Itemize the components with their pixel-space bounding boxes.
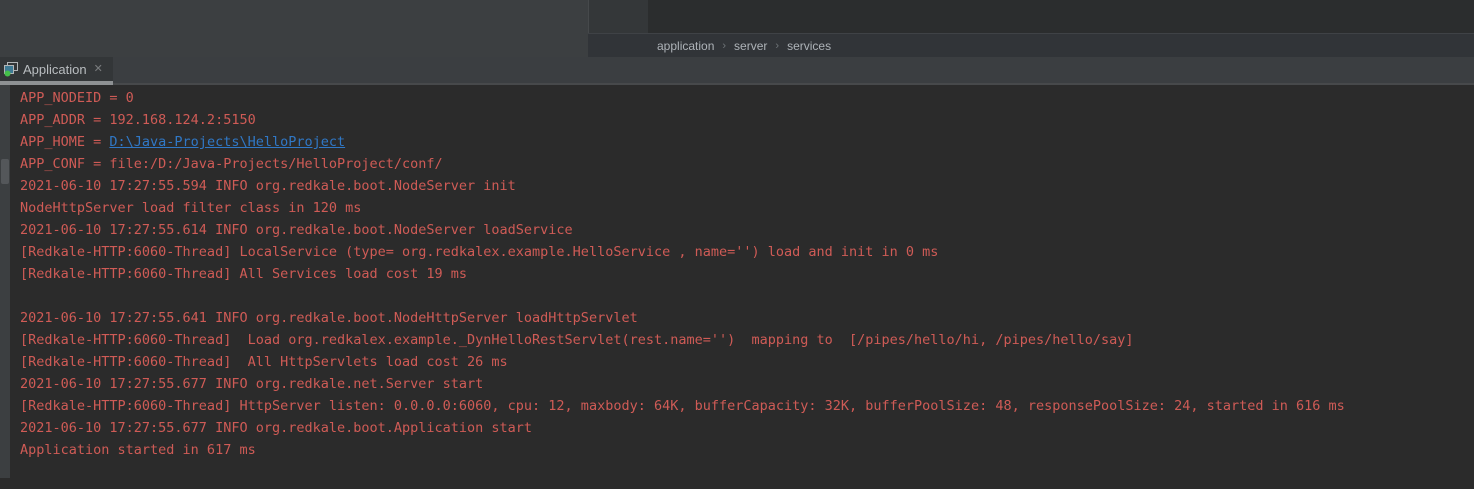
- console-line: [Redkale-HTTP:6060-Thread] All Services …: [20, 263, 1474, 285]
- console-line: NodeHttpServer load filter class in 120 …: [20, 197, 1474, 219]
- log-text: APP_ADDR = 192.168.124.2:5150: [20, 112, 256, 128]
- tab-application[interactable]: Application ✕: [0, 57, 113, 81]
- log-text: 2021-06-10 17:27:55.594 INFO org.redkale…: [20, 178, 516, 194]
- log-text: [Redkale-HTTP:6060-Thread] HttpServer li…: [20, 398, 1345, 414]
- console-line: [Redkale-HTTP:6060-Thread] HttpServer li…: [20, 395, 1474, 417]
- log-text: 2021-06-10 17:27:55.677 INFO org.redkale…: [20, 376, 483, 392]
- breadcrumb-item-services[interactable]: services: [787, 39, 831, 53]
- console-scrollbar-thumb[interactable]: [1, 159, 9, 184]
- log-text: APP_HOME =: [20, 134, 109, 150]
- log-text: APP_CONF = file:/D:/Java-Projects/HelloP…: [20, 156, 443, 172]
- console-line: APP_CONF = file:/D:/Java-Projects/HelloP…: [20, 153, 1474, 175]
- close-icon[interactable]: ✕: [94, 64, 103, 75]
- log-text: [Redkale-HTTP:6060-Thread] Load org.redk…: [20, 332, 1134, 348]
- log-text: 2021-06-10 17:27:55.614 INFO org.redkale…: [20, 222, 573, 238]
- run-toolwindow-tab-bar: [0, 57, 1474, 85]
- console-line: [Redkale-HTTP:6060-Thread] All HttpServl…: [20, 351, 1474, 373]
- log-text: [Redkale-HTTP:6060-Thread] LocalService …: [20, 244, 938, 260]
- editor-empty-pane: [0, 0, 588, 57]
- console-line: [20, 285, 1474, 307]
- log-text: [Redkale-HTTP:6060-Thread] All Services …: [20, 266, 467, 282]
- console-line: 2021-06-10 17:27:55.594 INFO org.redkale…: [20, 175, 1474, 197]
- console-line: Application started in 617 ms: [20, 439, 1474, 461]
- log-text: NodeHttpServer load filter class in 120 …: [20, 200, 361, 216]
- log-text: 2021-06-10 17:27:55.677 INFO org.redkale…: [20, 420, 532, 436]
- console-line: 2021-06-10 17:27:55.677 INFO org.redkale…: [20, 373, 1474, 395]
- console-line: 2021-06-10 17:27:55.614 INFO org.redkale…: [20, 219, 1474, 241]
- console-line: 2021-06-10 17:27:55.677 INFO org.redkale…: [20, 417, 1474, 439]
- log-text: 2021-06-10 17:27:55.641 INFO org.redkale…: [20, 310, 638, 326]
- console-output: APP_NODEID = 0 APP_ADDR = 192.168.124.2:5…: [20, 87, 1474, 461]
- log-text: Application started in 617 ms: [20, 442, 256, 458]
- chevron-right-icon: ›: [722, 40, 726, 52]
- console-scrollbar-track[interactable]: [0, 85, 10, 478]
- running-indicator-dot: [5, 71, 11, 77]
- editor-splitter-column: [588, 0, 648, 33]
- console-line: APP_HOME = D:\Java-Projects\HelloProject: [20, 131, 1474, 153]
- console-line: APP_NODEID = 0: [20, 87, 1474, 109]
- console-icon: [3, 61, 19, 77]
- tab-application-label: Application: [23, 62, 87, 77]
- log-text: [Redkale-HTTP:6060-Thread] All HttpServl…: [20, 354, 508, 370]
- console-line: [Redkale-HTTP:6060-Thread] Load org.redk…: [20, 329, 1474, 351]
- breadcrumb-item-application[interactable]: application: [657, 39, 714, 53]
- log-text: APP_NODEID = 0: [20, 90, 134, 106]
- console-line: 2021-06-10 17:27:55.641 INFO org.redkale…: [20, 307, 1474, 329]
- console-line: APP_ADDR = 192.168.124.2:5150: [20, 109, 1474, 131]
- file-link[interactable]: D:\Java-Projects\HelloProject: [109, 134, 345, 150]
- editor-pane: [648, 0, 1474, 33]
- breadcrumb-item-server[interactable]: server: [734, 39, 767, 53]
- console-line: [Redkale-HTTP:6060-Thread] LocalService …: [20, 241, 1474, 263]
- chevron-right-icon: ›: [775, 40, 779, 52]
- breadcrumb: application › server › services: [588, 33, 1474, 57]
